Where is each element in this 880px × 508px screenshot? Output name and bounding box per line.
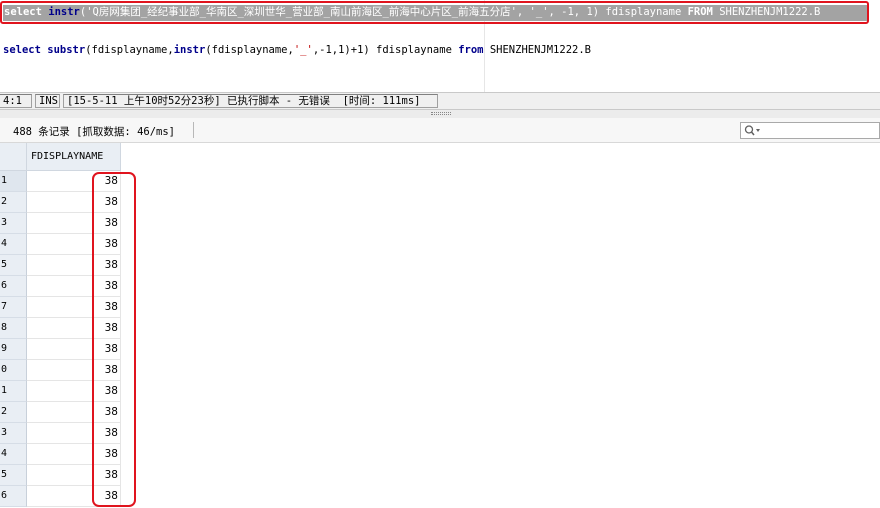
row-number[interactable]: 2 [0,192,27,213]
execution-message: [15-5-11 上午10时52分23秒] 已执行脚本 - 无错误 [时间: 1… [63,94,438,108]
function-substr: substr [47,44,86,56]
keyword-select: select [3,44,41,56]
pane-splitter[interactable] [0,110,880,118]
cell-fdisplayname[interactable]: 38 [27,234,121,255]
row-number[interactable]: 3 [0,423,27,444]
row-number[interactable]: 6 [0,276,27,297]
table-row[interactable]: 7 38 [0,297,880,318]
row-number[interactable]: 2 [0,402,27,423]
row-number[interactable]: 5 [0,465,27,486]
table-row[interactable]: 5 38 [0,465,880,486]
table-row[interactable]: 4 38 [0,444,880,465]
insert-mode-indicator: INS [35,94,60,108]
sql-editor[interactable]: select instr('Q房网集团_经纪事业部_华南区_深圳世华_营业部_南… [0,0,880,92]
column-header-fdisplayname[interactable]: FDISPLAYNAME [27,143,121,171]
status-bar: 4:1 INS [15-5-11 上午10时52分23秒] 已执行脚本 - 无错… [0,92,880,110]
table-row[interactable]: 0 38 [0,360,880,381]
table-row[interactable]: 6 38 [0,486,880,507]
annotation-highlight-query [0,1,869,24]
cell-fdisplayname[interactable]: 38 [27,255,121,276]
row-number[interactable]: 0 [0,360,27,381]
sql-text: ,-1,1)+1) fdisplayname [312,44,459,56]
cell-fdisplayname[interactable]: 38 [27,360,121,381]
table-row[interactable]: 5 38 [0,255,880,276]
row-number[interactable]: 8 [0,318,27,339]
table-row[interactable]: 2 38 [0,402,880,423]
cell-fdisplayname[interactable]: 38 [27,276,121,297]
cell-fdisplayname[interactable]: 38 [27,339,121,360]
cell-fdisplayname[interactable]: 38 [27,465,121,486]
cursor-position: 4:1 [0,94,32,108]
sql-line-2[interactable]: select substr(fdisplayname,instr(fdispla… [3,43,591,57]
row-number[interactable]: 5 [0,255,27,276]
cell-fdisplayname[interactable]: 38 [27,213,121,234]
cell-fdisplayname[interactable]: 38 [27,486,121,507]
search-icon[interactable] [744,125,762,136]
grid-header: FDISPLAYNAME [0,143,880,171]
row-number[interactable]: 3 [0,213,27,234]
cell-fdisplayname[interactable]: 38 [27,444,121,465]
toolbar-separator [193,122,194,138]
sql-string-literal: '_' [293,44,313,56]
result-grid[interactable]: FDISPLAYNAME 1 38 2 38 3 38 4 38 5 38 6 38 7 38 8 38 9 38… [0,143,880,508]
row-number[interactable]: 6 [0,486,27,507]
table-row[interactable]: 2 38 [0,192,880,213]
row-number[interactable]: 7 [0,297,27,318]
record-count-label: 488 条记录 [抓取数据: 46/ms] [13,126,176,138]
row-number[interactable]: 1 [0,381,27,402]
table-row[interactable]: 8 38 [0,318,880,339]
table-row[interactable]: 1 38 [0,381,880,402]
row-number[interactable]: 1 [0,171,27,192]
cell-fdisplayname[interactable]: 38 [27,192,121,213]
table-row[interactable]: 3 38 [0,213,880,234]
row-number[interactable]: 4 [0,234,27,255]
table-row[interactable]: 3 38 [0,423,880,444]
row-number[interactable]: 9 [0,339,27,360]
cell-fdisplayname[interactable]: 38 [27,318,121,339]
sql-text: (fdisplayname, [205,44,294,56]
cell-fdisplayname[interactable]: 38 [27,381,121,402]
result-toolbar: 488 条记录 [抓取数据: 46/ms] [0,118,880,143]
function-instr: instr [173,44,206,56]
table-row[interactable]: 6 38 [0,276,880,297]
table-row[interactable]: 4 38 [0,234,880,255]
sql-text: (fdisplayname, [85,44,174,56]
grid-corner[interactable] [0,143,27,171]
table-row[interactable]: 1 38 [0,171,880,192]
row-number[interactable]: 4 [0,444,27,465]
keyword-from: from [458,44,484,56]
cell-fdisplayname[interactable]: 38 [27,402,121,423]
sql-table-name: SHENZHENJM1222.B [483,44,591,56]
cell-fdisplayname[interactable]: 38 [27,423,121,444]
result-search-input[interactable] [740,122,880,139]
cell-fdisplayname[interactable]: 38 [27,171,121,192]
table-row[interactable]: 9 38 [0,339,880,360]
grid-rows: 1 38 2 38 3 38 4 38 5 38 6 38 7 38 8 38 9 38 0 38 1 38 2 38 3 38 4… [0,171,880,507]
cell-fdisplayname[interactable]: 38 [27,297,121,318]
splitter-grip-icon[interactable] [431,112,451,115]
